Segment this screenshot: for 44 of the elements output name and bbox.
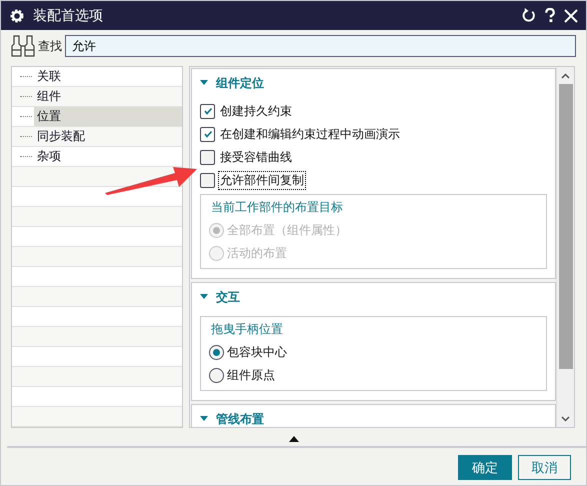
- checkbox[interactable]: [200, 126, 215, 142]
- reset-icon[interactable]: [521, 8, 536, 23]
- radio-button[interactable]: [209, 344, 224, 360]
- help-icon[interactable]: [544, 8, 556, 23]
- tree-item[interactable]: 关联: [34, 67, 182, 86]
- section-title[interactable]: 管线布置: [216, 410, 264, 427]
- scrollbar-thumb[interactable]: [558, 84, 572, 369]
- checkbox[interactable]: [200, 172, 215, 188]
- check-icon: [202, 129, 212, 139]
- tree-item[interactable]: 组件: [34, 87, 182, 106]
- section-title[interactable]: 组件定位: [216, 74, 264, 92]
- search-label: 查找: [38, 38, 62, 54]
- radio-label: 活动的布置: [227, 244, 287, 262]
- caret-icon[interactable]: [200, 294, 208, 300]
- scrollbar[interactable]: [556, 67, 574, 427]
- radio-label: 包容块中心: [227, 344, 287, 360]
- check-icon: [202, 106, 212, 116]
- checkbox-label: 创建持久约束: [219, 102, 293, 120]
- caret-icon[interactable]: [200, 416, 208, 422]
- group-title: 拖曳手柄位置: [211, 321, 284, 338]
- radio-label: 组件原点: [227, 366, 275, 384]
- checkbox-label: 在创建和编辑约束过程中动画演示: [219, 126, 401, 142]
- binoculars-icon: [11, 35, 35, 57]
- scroll-down-icon[interactable]: [561, 416, 570, 422]
- radio-label: 全部布置（组件属性）: [227, 222, 347, 238]
- cancel-button[interactable]: 取消: [518, 455, 571, 480]
- search-field[interactable]: 允许: [65, 35, 576, 57]
- caret-icon[interactable]: [200, 80, 208, 86]
- tree-item[interactable]: 位置: [34, 107, 182, 126]
- section-title[interactable]: 交互: [216, 288, 240, 306]
- group-title: 当前工作部件的布置目标: [211, 199, 344, 216]
- checkbox[interactable]: [200, 150, 215, 164]
- ok-button[interactable]: 确定: [458, 455, 512, 480]
- settings-icon: [9, 8, 25, 24]
- tree-item[interactable]: 杂项: [34, 147, 182, 166]
- close-icon[interactable]: [564, 8, 578, 22]
- checkbox-label: 接受容错曲线: [219, 148, 293, 166]
- window-title: 装配首选项: [33, 6, 104, 24]
- checkbox-label: 允许部件间复制: [218, 170, 306, 190]
- collapse-icon[interactable]: [288, 436, 298, 442]
- tree-item[interactable]: 同步装配: [34, 127, 182, 146]
- radio-button[interactable]: [209, 368, 224, 382]
- checkbox[interactable]: [200, 104, 215, 118]
- scroll-up-icon[interactable]: [561, 72, 570, 78]
